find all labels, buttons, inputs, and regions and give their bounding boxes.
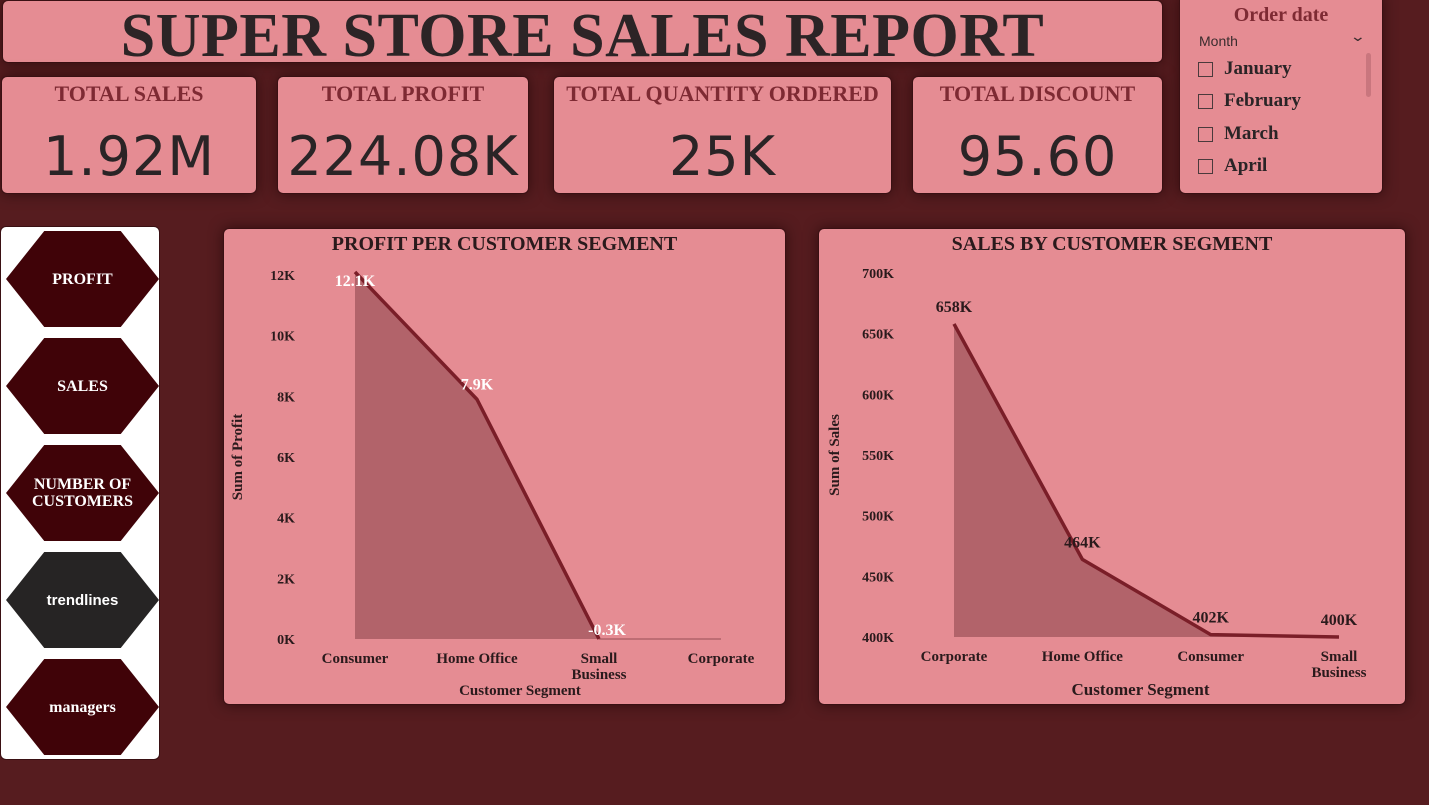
series-area [954,323,1339,637]
data-label: 658K [936,299,973,316]
x-tick-label: Home Office [436,651,518,667]
y-tick-label: 6K [277,451,295,466]
profit-area-chart[interactable]: 0K 2K 4K 6K 8K 10K 12K Consumer Home Office Small… [224,229,787,706]
y-tick-label: 400K [862,631,894,646]
kpi-value: 25K [668,125,777,188]
slicer-item-label: March [1224,123,1279,144]
series-area [355,271,599,639]
kpi-label: TOTAL PROFIT [321,81,485,106]
sales-area-chart[interactable]: 400K 450K 500K 550K 600K 650K 700K Corporate Hom… [819,229,1407,706]
data-label: 12.1K [335,273,376,290]
slicer-title: Order date [1233,4,1329,26]
profit-chart-card: PROFIT PER CUSTOMER SEGMENT 0K 2K 4K 6K 8K 10… [223,228,786,705]
order-date-slicer: Order date Month ⌄ January February Marc… [1179,0,1383,194]
y-tick-label: 10K [270,330,295,345]
x-tick-label: Small [1321,649,1358,665]
x-tick-label: Business [1311,665,1366,681]
y-tick-label: 450K [862,570,894,585]
y-tick-label: 4K [277,512,295,527]
checkbox[interactable] [1198,62,1213,77]
nav-button-number-of-customers[interactable]: NUMBER OF CUSTOMERS [6,445,159,541]
data-label: -0.3K [588,622,626,639]
x-tick-label: Corporate [688,651,755,667]
x-axis-title: Customer Segment [459,683,581,699]
y-tick-label: 8K [277,390,295,405]
slicer-scrollbar[interactable] [1366,53,1371,97]
report-title-card: SUPER STORE SALES REPORT [2,0,1163,70]
data-label: 400K [1321,612,1358,629]
x-axis-title: Customer Segment [1071,680,1209,699]
checkbox[interactable] [1198,159,1213,174]
y-tick-label: 600K [862,388,894,403]
x-tick-label: Consumer [322,651,389,667]
nav-button-profit[interactable]: PROFIT [6,231,159,327]
y-tick-label: 700K [862,267,894,282]
y-tick-label: 0K [277,633,295,648]
data-label: 402K [1192,610,1229,627]
kpi-value: 224.08K [287,125,519,188]
navigation-panel: PROFIT SALES NUMBER OF CUSTOMERS trendli… [0,226,160,760]
checkbox[interactable] [1198,127,1213,142]
x-tick-label: Corporate [921,649,988,665]
slicer-item-march[interactable]: March [1198,123,1358,148]
sales-chart-card: SALES BY CUSTOMER SEGMENT 400K 450K 500K 55… [818,228,1406,705]
slicer-item-label: February [1224,90,1302,111]
slicer-item-label: January [1224,58,1292,79]
kpi-card-total-discount: TOTAL DISCOUNT 95.60 [912,76,1163,194]
kpi-label: TOTAL QUANTITY ORDERED [566,81,879,106]
kpi-label: TOTAL DISCOUNT [939,81,1136,106]
nav-button-managers[interactable]: managers [6,659,159,755]
kpi-card-total-quantity: TOTAL QUANTITY ORDERED 25K [553,76,892,194]
y-tick-label: 500K [862,510,894,525]
y-axis-title: Sum of Sales [827,414,843,496]
x-tick-label: Home Office [1042,649,1124,665]
report-title: SUPER STORE SALES REPORT [120,2,1045,70]
slicer-item-label: April [1224,155,1268,176]
y-tick-label: 12K [270,269,295,284]
y-tick-label: 550K [862,449,894,464]
slicer-item-april[interactable]: April [1198,155,1358,180]
x-tick-label: Business [571,667,626,683]
slicer-item-january[interactable]: January [1198,58,1358,83]
slicer-item-february[interactable]: February [1198,90,1358,115]
chevron-down-icon[interactable]: ⌄ [1350,29,1366,45]
y-tick-label: 650K [862,328,894,343]
slicer-subtitle: Month [1199,33,1238,49]
data-label: 7.9K [461,376,494,393]
kpi-card-total-sales: TOTAL SALES 1.92M [1,76,257,194]
data-label: 464K [1064,534,1101,551]
kpi-label: TOTAL SALES [54,81,204,106]
x-tick-label: Consumer [1177,649,1244,665]
kpi-value: 1.92M [43,125,215,188]
y-tick-label: 2K [277,572,295,587]
y-axis-title: Sum of Profit [230,414,246,500]
x-tick-label: Small [581,651,618,667]
nav-button-trendlines[interactable]: trendlines [6,552,159,648]
nav-button-sales[interactable]: SALES [6,338,159,434]
checkbox[interactable] [1198,94,1213,109]
kpi-value: 95.60 [957,125,1118,188]
kpi-card-total-profit: TOTAL PROFIT 224.08K [277,76,529,194]
